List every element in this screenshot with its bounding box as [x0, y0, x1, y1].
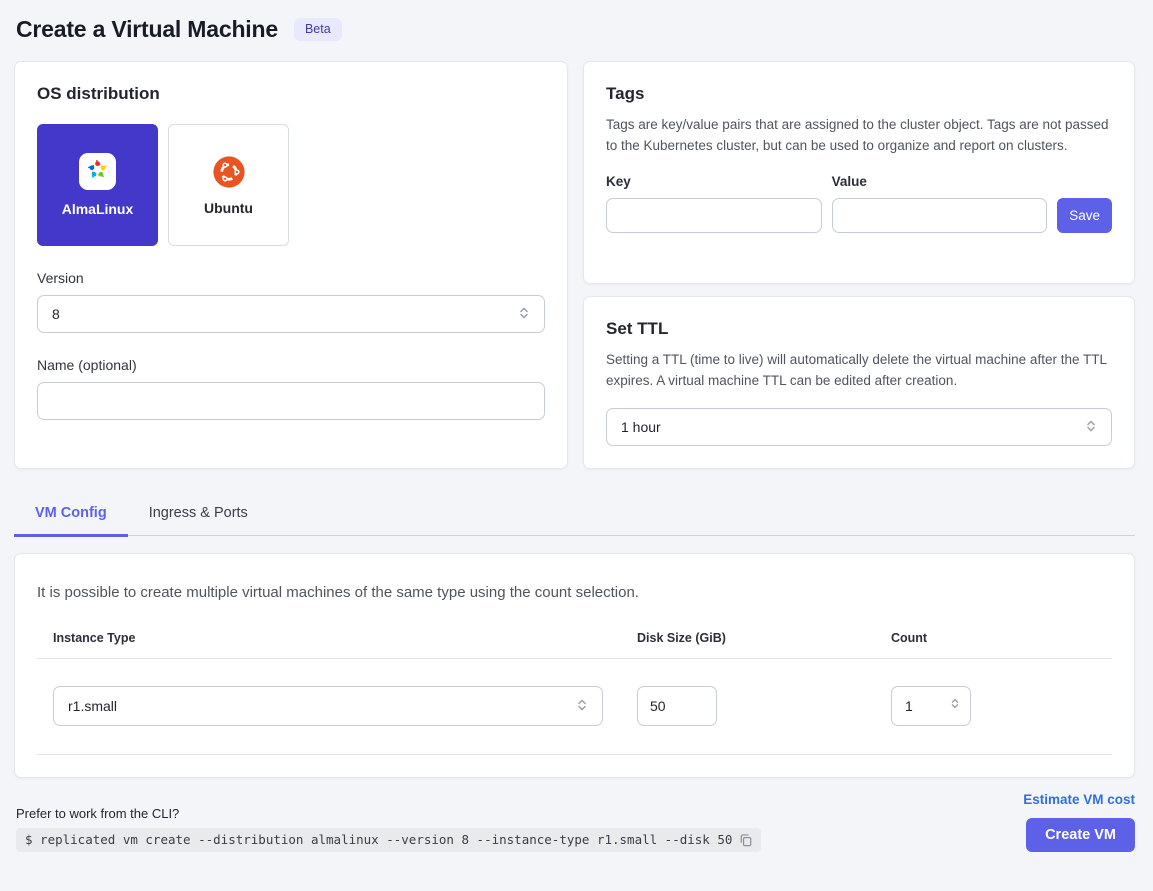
tags-card: Tags Tags are key/value pairs that are a… — [583, 61, 1135, 284]
os-distribution-card: OS distribution — [14, 61, 568, 469]
stepper-chevrons-icon[interactable] — [949, 696, 961, 716]
chevron-updown-icon — [575, 697, 589, 716]
page-footer: Prefer to work from the CLI? $ replicate… — [14, 792, 1135, 852]
count-cell — [891, 686, 1112, 726]
os-tile-label: AlmaLinux — [62, 201, 134, 217]
column-disk-size: Disk Size (GiB) — [637, 631, 891, 645]
ttl-description: Setting a TTL (time to live) will automa… — [606, 350, 1112, 391]
tab-vm-config[interactable]: VM Config — [14, 495, 128, 537]
right-column: Tags Tags are key/value pairs that are a… — [583, 61, 1135, 469]
page-header: Create a Virtual Machine Beta — [16, 16, 1135, 43]
vm-config-note: It is possible to create multiple virtua… — [37, 584, 1112, 601]
tag-value-input[interactable] — [832, 198, 1048, 233]
top-row: OS distribution — [14, 61, 1135, 469]
ttl-select-value: 1 hour — [621, 419, 661, 435]
page-title: Create a Virtual Machine — [16, 16, 278, 43]
disk-size-input[interactable] — [637, 686, 717, 726]
vm-config-row: r1.small — [37, 659, 1112, 755]
instance-type-value: r1.small — [68, 698, 117, 714]
tag-key-field-group: Key — [606, 174, 822, 233]
set-ttl-card: Set TTL Setting a TTL (time to live) wil… — [583, 296, 1135, 469]
tag-key-label: Key — [606, 174, 822, 189]
column-instance-type: Instance Type — [53, 631, 637, 645]
os-tile-almalinux[interactable]: AlmaLinux — [37, 124, 158, 246]
count-input[interactable] — [892, 688, 934, 724]
os-card-title: OS distribution — [37, 84, 545, 104]
version-select-value: 8 — [52, 306, 60, 322]
instance-type-select[interactable]: r1.small — [53, 686, 603, 726]
tags-description: Tags are key/value pairs that are assign… — [606, 115, 1112, 156]
os-tile-label: Ubuntu — [204, 200, 253, 216]
cli-command-text: $ replicated vm create --distribution al… — [25, 832, 732, 847]
beta-badge: Beta — [294, 18, 342, 41]
tag-value-field-group: Value — [832, 174, 1048, 233]
ttl-card-title: Set TTL — [606, 319, 1112, 339]
ubuntu-logo-icon — [212, 155, 246, 189]
create-vm-page: Create a Virtual Machine Beta OS distrib… — [0, 0, 1153, 891]
cli-command-box: $ replicated vm create --distribution al… — [16, 828, 761, 852]
chevron-updown-icon — [517, 305, 531, 324]
tags-card-title: Tags — [606, 84, 1112, 104]
cli-prompt: Prefer to work from the CLI? — [16, 806, 761, 821]
tag-value-label: Value — [832, 174, 1048, 189]
chevron-updown-icon — [1084, 418, 1098, 437]
copy-icon[interactable] — [739, 833, 753, 847]
footer-actions: Estimate VM cost Create VM — [1023, 792, 1135, 852]
column-count: Count — [891, 631, 1112, 645]
os-tile-ubuntu[interactable]: Ubuntu — [168, 124, 289, 246]
save-tag-button[interactable]: Save — [1057, 198, 1112, 233]
tags-form: Key Value Save — [606, 174, 1112, 233]
vm-table-header: Instance Type Disk Size (GiB) Count — [37, 631, 1112, 659]
tab-bar: VM Config Ingress & Ports — [14, 495, 1135, 536]
almalinux-logo-box — [79, 153, 116, 190]
instance-type-cell: r1.small — [53, 686, 637, 726]
vm-config-card: It is possible to create multiple virtua… — [14, 553, 1135, 778]
os-tiles: AlmaLinux — [37, 124, 545, 246]
vm-name-label: Name (optional) — [37, 357, 545, 373]
version-select[interactable]: 8 — [37, 295, 545, 333]
tag-key-input[interactable] — [606, 198, 822, 233]
version-label: Version — [37, 270, 545, 286]
estimate-vm-cost-link[interactable]: Estimate VM cost — [1023, 792, 1135, 807]
tab-ingress-ports[interactable]: Ingress & Ports — [128, 495, 269, 537]
create-vm-button[interactable]: Create VM — [1026, 818, 1135, 852]
almalinux-logo-icon — [84, 156, 111, 188]
disk-size-cell — [637, 686, 891, 726]
cli-block: Prefer to work from the CLI? $ replicate… — [16, 806, 761, 852]
vm-name-input[interactable] — [37, 382, 545, 420]
count-stepper[interactable] — [891, 686, 971, 726]
ttl-select[interactable]: 1 hour — [606, 408, 1112, 446]
